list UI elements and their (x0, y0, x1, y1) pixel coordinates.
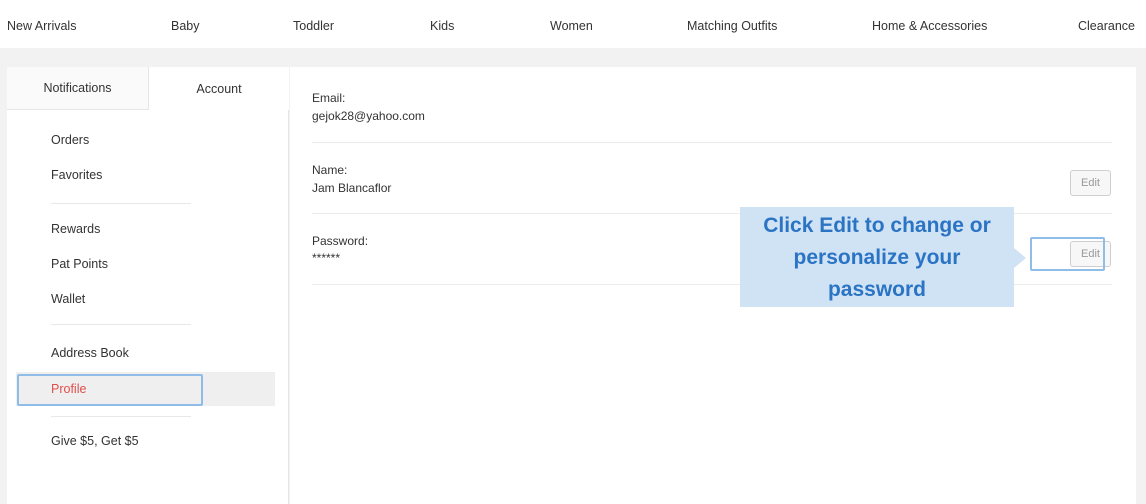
nav-women[interactable]: Women (550, 19, 593, 33)
tab-notifications[interactable]: Notifications (7, 67, 149, 110)
sidebar-item-favorites[interactable]: Favorites (51, 168, 102, 182)
sidebar-tabs: Notifications Account (7, 67, 289, 110)
profile-highlight-box (17, 374, 203, 406)
email-value: gejok28@yahoo.com (312, 109, 425, 123)
email-label: Email: (312, 91, 346, 105)
sidebar-item-profile[interactable]: Profile (51, 382, 86, 396)
top-navigation: New Arrivals Baby Toddler Kids Women Mat… (0, 0, 1146, 48)
callout-line-3: password (827, 278, 927, 301)
account-sidebar: Notifications Account Orders Favorites R… (7, 67, 289, 504)
password-value: ****** (312, 251, 341, 265)
field-divider (312, 142, 1112, 143)
nav-matching-outfits[interactable]: Matching Outfits (687, 19, 777, 33)
edit-button-highlight-box (1030, 237, 1105, 271)
password-label: Password: (312, 234, 369, 248)
sidebar-item-address-book[interactable]: Address Book (51, 346, 129, 360)
sidebar-item-wallet[interactable]: Wallet (51, 292, 85, 306)
sidebar-item-give-get[interactable]: Give $5, Get $5 (51, 434, 139, 448)
nav-clearance[interactable]: Clearance (1078, 19, 1135, 33)
nav-baby[interactable]: Baby (171, 19, 200, 33)
callout-line-1: Click Edit to change or (763, 214, 991, 237)
sidebar-divider (51, 416, 191, 417)
name-value: Jam Blancaflor (312, 181, 392, 195)
sidebar-divider (51, 203, 191, 204)
nav-new-arrivals[interactable]: New Arrivals (7, 19, 76, 33)
tutorial-callout: Click Edit to change or personalize your… (740, 207, 1014, 307)
sidebar-divider (51, 324, 191, 325)
tab-account[interactable]: Account (149, 67, 289, 110)
name-label: Name: (312, 163, 348, 177)
nav-kids[interactable]: Kids (430, 19, 454, 33)
sidebar-item-orders[interactable]: Orders (51, 133, 89, 147)
nav-toddler[interactable]: Toddler (293, 19, 334, 33)
sidebar-item-rewards[interactable]: Rewards (51, 222, 100, 236)
nav-home-accessories[interactable]: Home & Accessories (872, 19, 987, 33)
callout-arrow-icon (1014, 248, 1026, 268)
edit-name-button[interactable]: Edit (1070, 170, 1111, 196)
callout-line-2: personalize your (793, 246, 961, 269)
sidebar-item-pat-points[interactable]: Pat Points (51, 257, 108, 271)
